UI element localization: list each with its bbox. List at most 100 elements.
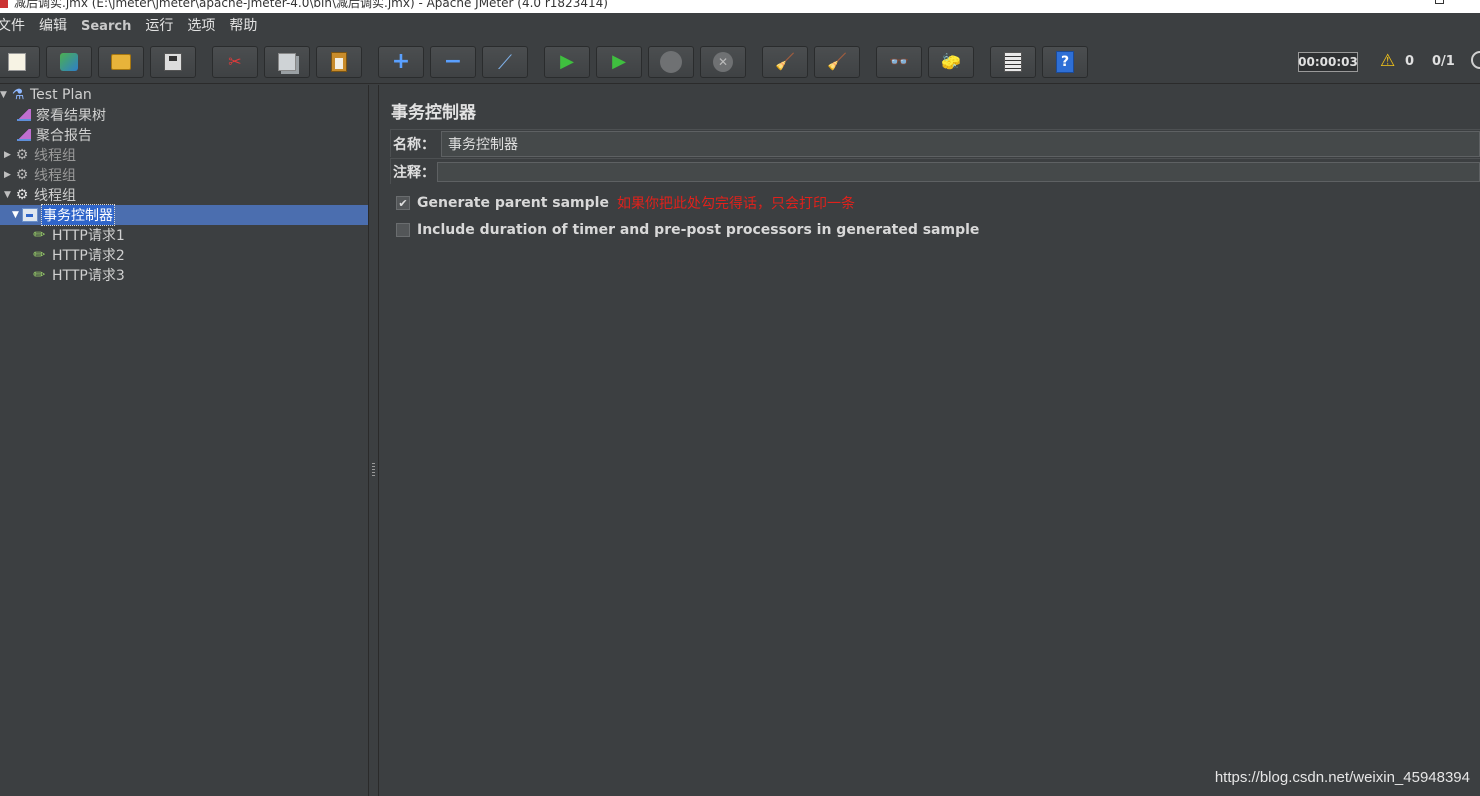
- clear-icon: 🧹: [775, 52, 795, 71]
- collapse-icon: −: [443, 49, 463, 74]
- tree-item-label: HTTP请求3: [52, 268, 125, 284]
- reset-search-button[interactable]: 🧽: [928, 46, 974, 78]
- search-button[interactable]: 👓: [876, 46, 922, 78]
- tree-item-test-plan[interactable]: ▼ ⚗ Test Plan: [0, 85, 92, 105]
- listener-chart-icon: [16, 107, 32, 123]
- shutdown-button[interactable]: ✕: [700, 46, 746, 78]
- copy-button[interactable]: [264, 46, 310, 78]
- menu-bar: 文件 编辑 Search 运行 选项 帮助: [0, 13, 1480, 40]
- name-field[interactable]: 事务控制器: [441, 130, 1480, 157]
- new-button[interactable]: [0, 46, 40, 78]
- toggle-button[interactable]: ⟋: [482, 46, 528, 78]
- cut-button[interactable]: ✂: [212, 46, 258, 78]
- window-title-bar: 减后调实.jmx (E:\jmeter\jmeter\apache-jmeter…: [0, 0, 1480, 13]
- menu-help[interactable]: 帮助: [222, 13, 264, 40]
- panel-title: 事务控制器: [391, 103, 476, 123]
- generate-parent-sample-checkbox[interactable]: ✔: [396, 196, 410, 210]
- comment-label: 注释：: [393, 164, 435, 181]
- include-duration-checkbox[interactable]: [396, 223, 410, 237]
- maximize-window-icon[interactable]: [1435, 0, 1444, 4]
- name-label: 名称：: [393, 136, 435, 153]
- tree-item-transaction-controller[interactable]: ▼ 事务控制器: [12, 204, 115, 226]
- name-row: 名称： 事务控制器: [390, 129, 1480, 157]
- templates-button[interactable]: [46, 46, 92, 78]
- warning-count[interactable]: 0: [1405, 54, 1414, 69]
- transaction-controller-panel: 事务控制器 名称： 事务控制器 注释： ✔ Generate parent sa…: [380, 85, 1480, 796]
- tree-item-label: 察看结果树: [36, 108, 106, 124]
- elapsed-timer: 00:00:03: [1298, 52, 1358, 72]
- generate-parent-sample-label[interactable]: Generate parent sample: [417, 195, 609, 211]
- test-plan-tree: ▼ ⚗ Test Plan 察看结果树 聚合报告 ▶ ⚙ 线程组 ▶ ⚙ 线程组…: [0, 85, 368, 796]
- include-duration-label[interactable]: Include duration of timer and pre-post p…: [417, 222, 979, 238]
- include-duration-row: Include duration of timer and pre-post p…: [396, 222, 979, 238]
- expanded-arrow-icon[interactable]: ▼: [0, 90, 8, 100]
- expanded-arrow-icon[interactable]: ▼: [4, 190, 12, 200]
- warning-icon[interactable]: ⚠: [1380, 51, 1395, 71]
- collapsed-arrow-icon[interactable]: ▶: [4, 170, 12, 180]
- tree-item-label: 聚合报告: [36, 128, 92, 144]
- save-button[interactable]: [150, 46, 196, 78]
- copy-icon: [278, 53, 296, 71]
- tree-item-aggregate-report[interactable]: 聚合报告: [16, 125, 92, 145]
- stop-button[interactable]: [648, 46, 694, 78]
- reset-search-icon: 🧽: [941, 52, 961, 71]
- clear-button[interactable]: 🧹: [762, 46, 808, 78]
- menu-options[interactable]: 选项: [180, 13, 222, 40]
- open-icon: [111, 54, 131, 70]
- http-sampler-pipette-icon: ✎: [30, 265, 50, 285]
- log-viewer-icon: [1004, 52, 1022, 72]
- toolbar: ✂ + − ⟋ ▶ ▶ ✕ 🧹 🧹 👓 🧽 ? 00:00:03 ⚠ 0 0/1: [0, 40, 1480, 84]
- tree-item-label: 线程组: [34, 188, 76, 204]
- thread-group-gear-icon: ⚙: [15, 147, 29, 163]
- templates-icon: [60, 53, 78, 71]
- remote-status-icon[interactable]: [1471, 51, 1480, 69]
- expanded-arrow-icon[interactable]: ▼: [12, 210, 20, 220]
- tree-item-http-request-1[interactable]: ✎ HTTP请求1: [30, 225, 125, 245]
- test-plan-flask-icon: ⚗: [11, 87, 25, 103]
- comment-row: 注释：: [390, 158, 1480, 184]
- help-button[interactable]: ?: [1042, 46, 1088, 78]
- paste-button[interactable]: [316, 46, 362, 78]
- tree-item-thread-group-3[interactable]: ▼ ⚙ 线程组: [4, 185, 76, 205]
- menu-run[interactable]: 运行: [138, 13, 180, 40]
- tree-item-label: Test Plan: [30, 87, 92, 103]
- listener-chart-icon: [16, 127, 32, 143]
- collapse-all-button[interactable]: −: [430, 46, 476, 78]
- log-viewer-button[interactable]: [990, 46, 1036, 78]
- tree-item-label: 事务控制器: [41, 204, 115, 226]
- stop-icon: [660, 51, 682, 73]
- tree-item-view-results-tree[interactable]: 察看结果树: [16, 105, 106, 125]
- open-button[interactable]: [98, 46, 144, 78]
- thread-group-gear-icon: ⚙: [15, 187, 29, 203]
- red-annotation-text: 如果你把此处勾完得话，只会打印一条: [616, 196, 855, 212]
- start-button[interactable]: ▶: [544, 46, 590, 78]
- start-icon: ▶: [560, 51, 574, 72]
- search-binoculars-icon: 👓: [889, 52, 909, 71]
- shutdown-icon: ✕: [713, 52, 733, 72]
- tree-item-http-request-2[interactable]: ✎ HTTP请求2: [30, 245, 125, 265]
- tree-item-label: HTTP请求1: [52, 228, 125, 244]
- split-pane-divider[interactable]: [368, 85, 379, 796]
- menu-edit[interactable]: 编辑: [32, 13, 74, 40]
- menu-search[interactable]: Search: [74, 13, 138, 40]
- tree-item-thread-group-2[interactable]: ▶ ⚙ 线程组: [4, 165, 76, 185]
- paste-icon: [331, 52, 347, 72]
- tree-item-label: HTTP请求2: [52, 248, 125, 264]
- transaction-controller-icon: [22, 207, 38, 223]
- save-icon: [164, 53, 182, 71]
- clear-all-button[interactable]: 🧹: [814, 46, 860, 78]
- active-threads-count: 0/1: [1432, 54, 1455, 69]
- start-no-pauses-button[interactable]: ▶: [596, 46, 642, 78]
- divider-grip-icon[interactable]: [372, 463, 375, 477]
- toggle-icon: ⟋: [498, 50, 512, 74]
- comment-field[interactable]: [437, 161, 1480, 182]
- thread-group-gear-icon: ⚙: [15, 167, 29, 183]
- menu-file[interactable]: 文件: [0, 13, 32, 40]
- expand-all-button[interactable]: +: [378, 46, 424, 78]
- start-no-pause-icon: ▶: [612, 51, 626, 72]
- tree-item-http-request-3[interactable]: ✎ HTTP请求3: [30, 265, 125, 285]
- collapsed-arrow-icon[interactable]: ▶: [4, 150, 12, 160]
- tree-item-label: 线程组: [34, 148, 76, 164]
- tree-item-thread-group-1[interactable]: ▶ ⚙ 线程组: [4, 145, 76, 165]
- tree-item-label: 线程组: [34, 168, 76, 184]
